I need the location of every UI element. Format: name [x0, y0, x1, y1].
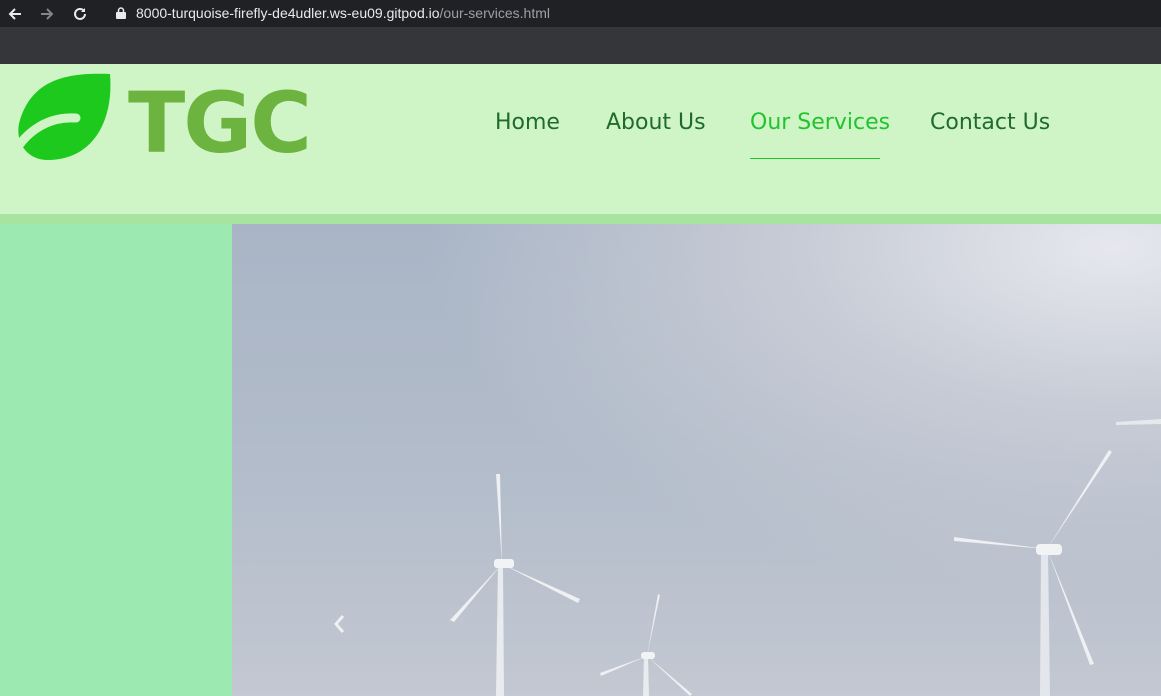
chevron-left-icon	[334, 615, 345, 633]
nav-contact-us[interactable]: Contact Us	[930, 110, 1050, 135]
lock-icon	[116, 7, 126, 19]
reload-icon[interactable]	[69, 3, 91, 25]
wind-turbine-3	[954, 450, 1112, 696]
browser-toolbar: 8000-turquoise-firefly-de4udler.ws-eu09.…	[0, 0, 1161, 27]
logo-text[interactable]: TGC	[128, 78, 312, 168]
hero-carousel-image	[232, 224, 1161, 696]
url-text: 8000-turquoise-firefly-de4udler.ws-eu09.…	[136, 5, 550, 21]
carousel-prev-button[interactable]	[330, 612, 348, 636]
nav-our-services[interactable]: Our Services	[750, 110, 890, 135]
url-path: /our-services.html	[439, 5, 550, 21]
leaf-logo-icon[interactable]	[2, 72, 114, 172]
address-bar[interactable]: 8000-turquoise-firefly-de4udler.ws-eu09.…	[104, 0, 1161, 27]
nav-about-us[interactable]: About Us	[606, 110, 706, 135]
header-border	[0, 214, 1161, 224]
browser-tabstrip	[0, 27, 1161, 64]
side-panel	[0, 224, 232, 696]
back-arrow-icon[interactable]	[4, 3, 26, 25]
forward-arrow-icon[interactable]	[36, 3, 58, 25]
nav-home[interactable]: Home	[495, 110, 560, 135]
wind-turbine-2	[600, 594, 692, 696]
wind-turbine-1	[450, 474, 580, 696]
url-host: 8000-turquoise-firefly-de4udler.ws-eu09.…	[136, 5, 440, 21]
active-nav-underline	[750, 158, 880, 159]
wind-turbines-image	[450, 419, 1161, 696]
